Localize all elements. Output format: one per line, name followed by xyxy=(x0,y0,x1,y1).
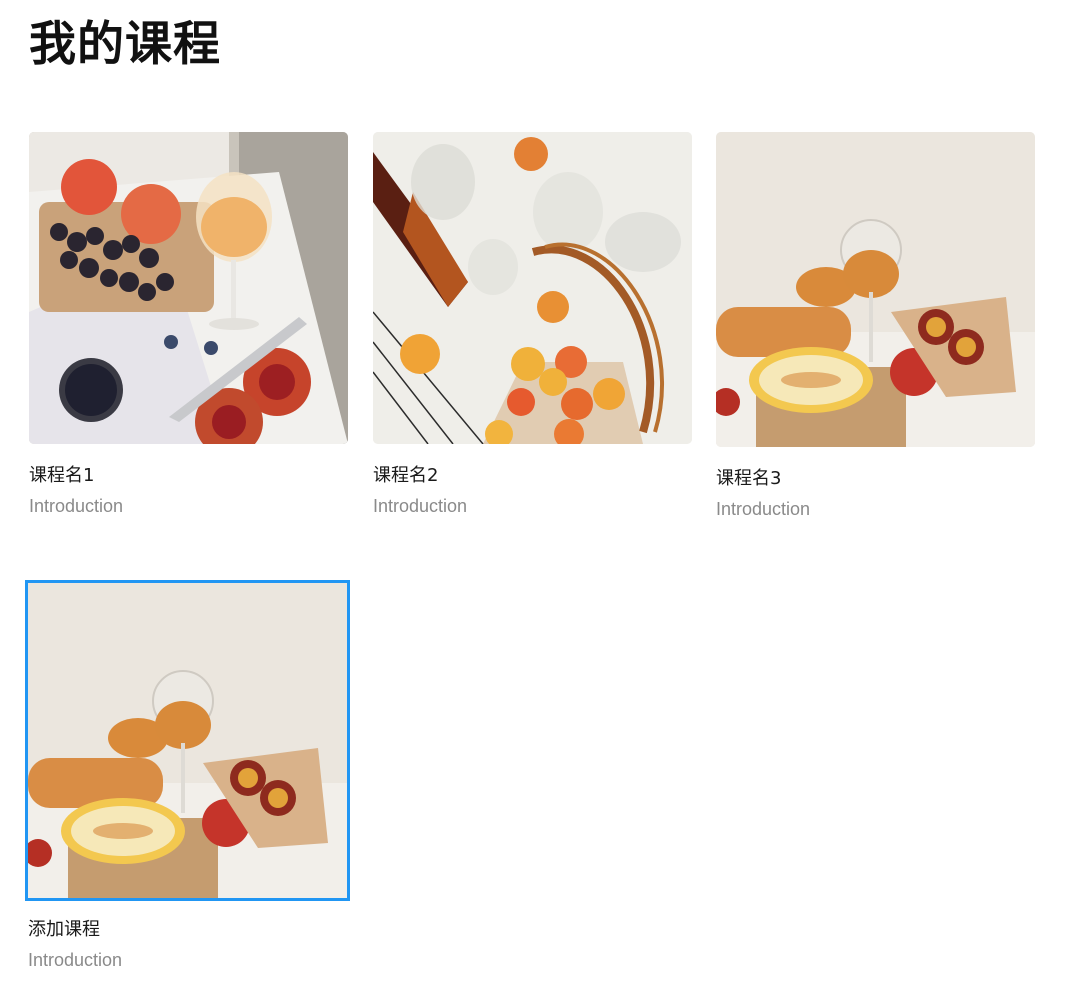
course-image-3[interactable] xyxy=(716,132,1035,447)
add-course-title[interactable]: 添加课程 xyxy=(28,918,347,942)
course-card-2[interactable]: 课程名2 Introduction xyxy=(373,132,692,517)
page-title: 我的课程 xyxy=(29,17,221,72)
course-title-3[interactable]: 课程名3 xyxy=(716,467,1035,491)
course-subtitle-1: Introduction xyxy=(29,496,124,516)
add-course-card[interactable]: 添加课程 Introduction xyxy=(25,580,350,971)
add-course-image[interactable] xyxy=(25,580,350,901)
course-title-2[interactable]: 课程名2 xyxy=(373,464,692,488)
course-card-1[interactable]: 课程名1 Introduction xyxy=(29,132,348,517)
course-card-3[interactable]: 课程名3 Introduction xyxy=(716,132,1035,520)
course-title-1[interactable]: 课程名1 xyxy=(29,464,348,488)
course-image-2[interactable] xyxy=(373,132,692,444)
course-image-1[interactable] xyxy=(29,132,348,444)
course-subtitle-2: Introduction xyxy=(373,496,468,516)
course-subtitle-3: Introduction xyxy=(716,499,811,519)
add-course-subtitle: Introduction xyxy=(28,950,123,970)
